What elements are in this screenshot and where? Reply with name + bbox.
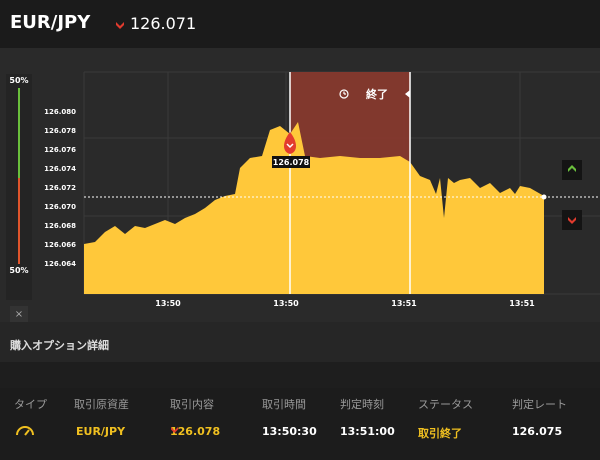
- current-price-dot: [541, 194, 547, 200]
- x-tick: 13:50: [273, 299, 299, 308]
- price-chart: 終了 126.078 13:50 13:50 13:51 13:51: [83, 71, 600, 308]
- row-content: 126.078: [170, 425, 220, 438]
- low-button[interactable]: [562, 210, 582, 230]
- x-tick: 13:51: [391, 299, 417, 308]
- col-asset: 取引原資産: [74, 398, 129, 411]
- marker-label: 126.078: [273, 158, 310, 167]
- down-arrow-icon: [171, 427, 178, 433]
- gauge-icon: [16, 426, 34, 436]
- col-content: 取引内容: [170, 398, 214, 411]
- col-judge-time: 判定時刻: [340, 398, 384, 411]
- x-tick: 13:50: [155, 299, 181, 308]
- details-title: 購入オプション詳細: [10, 339, 109, 352]
- details-header: 購入オプション詳細: [0, 322, 600, 362]
- col-trade-time: 取引時間: [262, 398, 306, 411]
- pair-title: EUR/JPY: [10, 12, 91, 33]
- col-type: タイプ: [14, 398, 47, 411]
- x-tick: 13:51: [509, 299, 535, 308]
- chart-area: 50% 50% × 126.080 126.078 126.076 126.07…: [0, 48, 600, 324]
- expiry-label: 終了: [366, 87, 388, 101]
- row-asset: EUR/JPY: [76, 425, 126, 438]
- high-button[interactable]: [562, 160, 582, 180]
- chevron-down-icon: [568, 217, 576, 224]
- row-judge-time: 13:51:00: [340, 425, 395, 438]
- option-table: タイプ 取引原資産 取引内容 取引時間 判定時刻 ステータス 判定レート EUR…: [0, 388, 600, 460]
- row-trade-time: 13:50:30: [262, 425, 317, 438]
- top-bar: EUR/JPY 126.071: [0, 0, 600, 48]
- chevron-up-icon: [568, 165, 576, 172]
- col-rate: 判定レート: [512, 398, 567, 411]
- row-status: 取引終了: [418, 427, 462, 440]
- row-rate: 126.075: [512, 425, 563, 438]
- current-price: 126.071: [130, 14, 197, 33]
- down-arrow-icon: [116, 22, 124, 29]
- col-status: ステータス: [418, 398, 473, 411]
